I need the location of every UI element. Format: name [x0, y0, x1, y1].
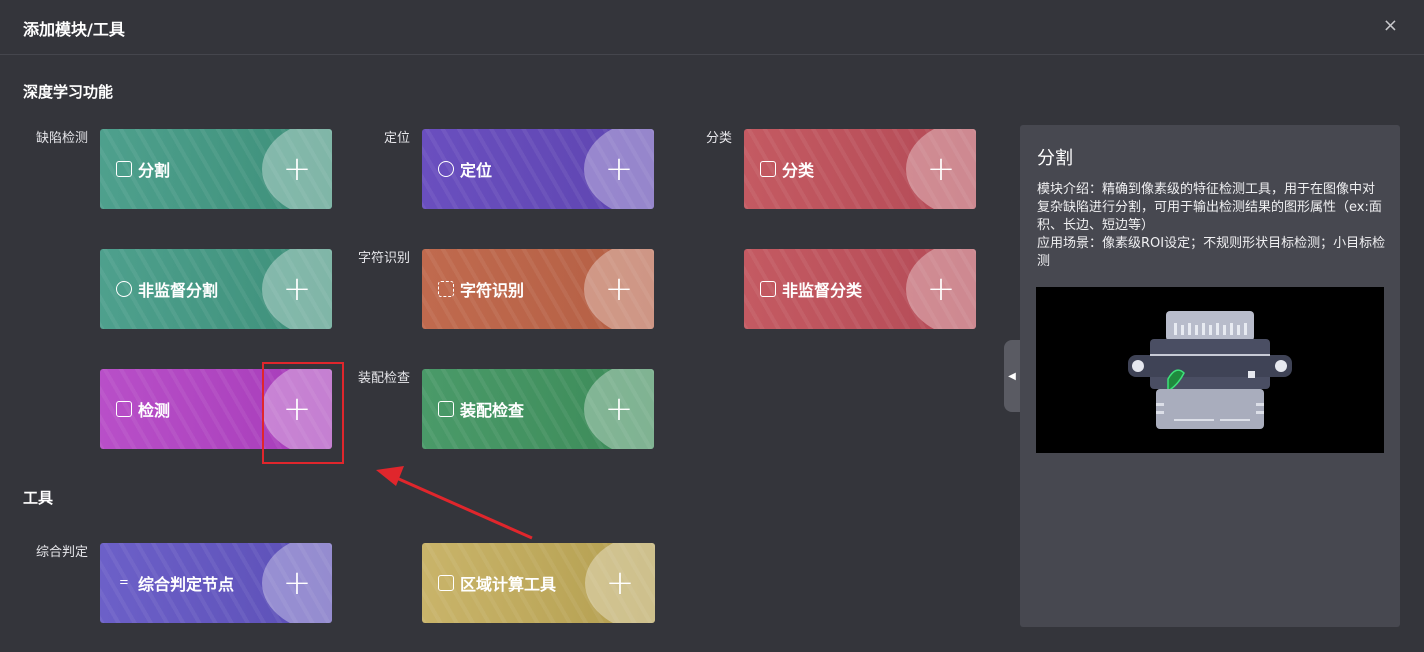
image-edit-icon [116, 161, 132, 177]
card-unsupervised-segment[interactable]: 非监督分割 + [100, 249, 332, 329]
card-assembly-check[interactable]: 装配检查 + [422, 369, 654, 449]
module-scenario: 应用场景：像素级ROI设定；不规则形状目标检测；小目标检测 [1037, 236, 1386, 269]
card-label-text: 检测 [138, 401, 171, 420]
dialog-titlebar: 添加模块/工具 × [0, 0, 1424, 55]
card-locate[interactable]: 定位 + [422, 129, 654, 209]
section-tools: 工具 [23, 489, 54, 507]
card-label-text: 区域计算工具 [460, 575, 557, 594]
card-label: 非监督分割 [116, 249, 218, 329]
card-label-text: 分割 [138, 161, 171, 180]
plus-icon: + [605, 563, 635, 603]
chevron-left-icon: ◀ [1008, 370, 1016, 382]
card-ocr[interactable]: 字符识别 + [422, 249, 654, 329]
module-intro: 模块介绍：精确到像素级的特征检测工具，用于在图像中对复杂缺陷进行分割，可用于输出… [1037, 182, 1382, 233]
add-segment-button[interactable]: + [262, 129, 332, 209]
card-label: 装配检查 [438, 369, 524, 449]
module-preview-image [1036, 287, 1384, 453]
card-label-text: 非监督分类 [782, 281, 863, 300]
highlight-box [262, 362, 344, 464]
card-label: 检测 [116, 369, 170, 449]
add-unsupervised-classify-button[interactable]: + [906, 249, 976, 329]
frame-icon [116, 401, 132, 417]
close-icon[interactable]: × [1383, 15, 1398, 36]
add-assembly-check-button[interactable]: + [584, 369, 654, 449]
card-label-text: 分类 [782, 161, 815, 180]
card-unsupervised-classify[interactable]: 非监督分类 + [744, 249, 976, 329]
dialog-title: 添加模块/工具 [23, 20, 125, 39]
row-label-ocr: 字符识别 [357, 251, 410, 266]
card-label-text: 综合判定节点 [138, 575, 235, 594]
annotation-arrow [376, 466, 533, 540]
card-label-text: 装配检查 [460, 401, 525, 420]
card-label: 区域计算工具 [438, 543, 556, 623]
card-label: 非监督分类 [760, 249, 862, 329]
panel-description: 模块介绍：精确到像素级的特征检测工具，用于在图像中对复杂缺陷进行分割，可用于输出… [1037, 181, 1387, 271]
add-judge-node-button[interactable]: + [262, 543, 332, 623]
sliders-icon: ⚌ [119, 576, 129, 587]
text-scan-icon [438, 281, 454, 297]
row-label-assembly: 装配检查 [357, 371, 410, 386]
plus-icon: + [926, 149, 956, 189]
add-classify-button[interactable]: + [906, 129, 976, 209]
add-unsupervised-segment-button[interactable]: + [262, 249, 332, 329]
box-cross-icon [438, 401, 454, 417]
add-area-calc-button[interactable]: + [585, 543, 655, 623]
card-label-text: 定位 [460, 161, 493, 180]
eye-off-icon [116, 281, 132, 297]
plus-icon: + [282, 269, 312, 309]
section-deep-learning: 深度学习功能 [23, 83, 114, 101]
card-area-calc[interactable]: 区域计算工具 + [422, 543, 655, 623]
add-module-dialog: 添加模块/工具 × 深度学习功能 缺陷检测 定位 分类 字符识别 装配检查 分割… [0, 0, 1424, 652]
card-label: 分割 [116, 129, 170, 209]
plus-icon: + [604, 269, 634, 309]
card-label: 定位 [438, 129, 492, 209]
plus-icon: + [282, 563, 312, 603]
row-label-defect: 缺陷检测 [35, 131, 88, 146]
row-label-locate: 定位 [383, 131, 410, 146]
row-label-classify: 分类 [705, 131, 732, 146]
connector-illustration [1128, 311, 1292, 429]
card-label: 字符识别 [438, 249, 524, 329]
card-label-text: 字符识别 [460, 281, 525, 300]
plus-icon: + [604, 389, 634, 429]
card-segment[interactable]: 分割 + [100, 129, 332, 209]
add-locate-button[interactable]: + [584, 129, 654, 209]
add-ocr-button[interactable]: + [584, 249, 654, 329]
map-icon [438, 575, 454, 591]
plus-icon: + [282, 149, 312, 189]
card-label: 分类 [760, 129, 814, 209]
row-label-judge: 综合判定 [35, 545, 88, 560]
card-label-text: 非监督分割 [138, 281, 219, 300]
collapse-panel-button[interactable]: ◀ [1004, 340, 1020, 412]
card-classify[interactable]: 分类 + [744, 129, 976, 209]
module-info-panel: 分割 模块介绍：精确到像素级的特征检测工具，用于在图像中对复杂缺陷进行分割，可用… [1020, 125, 1400, 627]
plus-icon: + [604, 149, 634, 189]
target-icon [438, 161, 454, 177]
card-judge-node[interactable]: ⚌ 综合判定节点 + [100, 543, 332, 623]
card-label: ⚌ 综合判定节点 [116, 543, 235, 623]
ok-badge-icon [760, 281, 776, 297]
plus-icon: + [926, 269, 956, 309]
grid-icon [760, 161, 776, 177]
panel-title: 分割 [1037, 148, 1073, 169]
